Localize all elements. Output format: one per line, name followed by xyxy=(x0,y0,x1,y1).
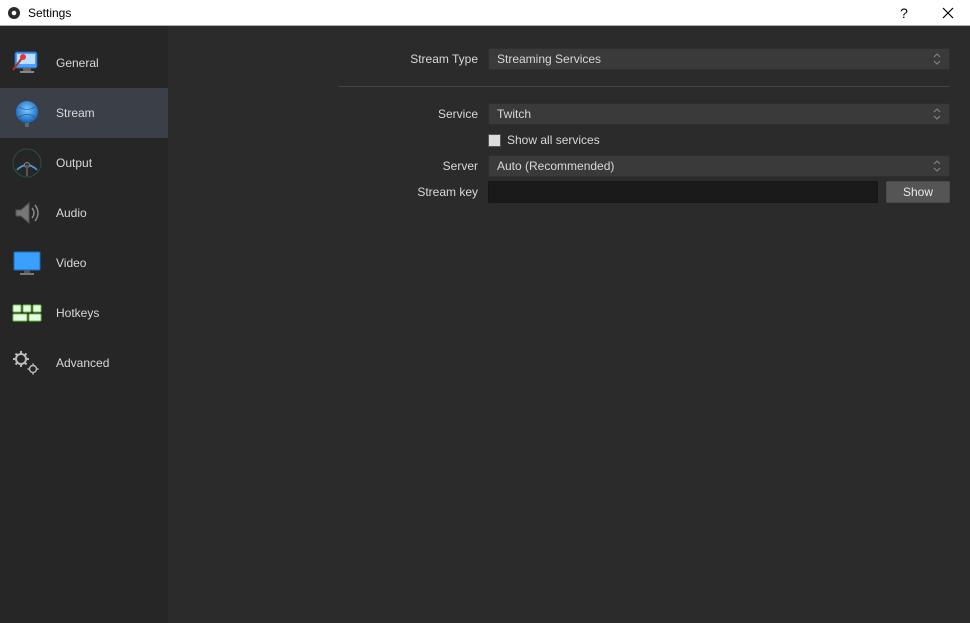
row-show-all: Show all services xyxy=(168,127,960,153)
help-icon: ? xyxy=(900,5,908,21)
window-title: Settings xyxy=(28,6,71,20)
chevron-updown-icon xyxy=(929,49,945,69)
sidebar-item-label: Stream xyxy=(56,106,95,120)
chevron-updown-icon xyxy=(929,104,945,124)
label-stream-type: Stream Type xyxy=(168,52,488,66)
stream-icon xyxy=(8,94,46,132)
sidebar-item-label: Advanced xyxy=(56,356,109,370)
titlebar: Settings ? xyxy=(0,0,970,26)
show-button[interactable]: Show xyxy=(886,181,950,203)
row-stream-key: Stream key Show xyxy=(168,179,960,205)
divider xyxy=(338,86,950,87)
sidebar-item-label: Hotkeys xyxy=(56,306,99,320)
show-button-label: Show xyxy=(903,185,933,199)
sidebar-item-label: Video xyxy=(56,256,86,270)
content-panel: Stream Type Streaming Services Service T… xyxy=(168,26,970,623)
sidebar-item-video[interactable]: Video xyxy=(0,238,168,288)
sidebar-item-general[interactable]: General xyxy=(0,38,168,88)
select-stream-type[interactable]: Streaming Services xyxy=(488,48,950,70)
row-stream-type: Stream Type Streaming Services xyxy=(168,46,960,72)
sidebar-item-hotkeys[interactable]: Hotkeys xyxy=(0,288,168,338)
sidebar-item-label: Output xyxy=(56,156,92,170)
help-button[interactable]: ? xyxy=(882,0,926,26)
close-button[interactable] xyxy=(926,0,970,26)
select-server-value: Auto (Recommended) xyxy=(497,159,614,173)
sidebar-item-label: Audio xyxy=(56,206,87,220)
advanced-icon xyxy=(8,344,46,382)
row-service: Service Twitch xyxy=(168,101,960,127)
input-stream-key[interactable] xyxy=(488,181,878,203)
close-icon xyxy=(942,7,954,19)
select-service[interactable]: Twitch xyxy=(488,103,950,125)
select-service-value: Twitch xyxy=(497,107,531,121)
label-show-all: Show all services xyxy=(507,133,600,147)
sidebar-item-label: General xyxy=(56,56,99,70)
workspace: General Stream xyxy=(0,26,970,623)
select-server[interactable]: Auto (Recommended) xyxy=(488,155,950,177)
select-stream-type-value: Streaming Services xyxy=(497,52,601,66)
label-service: Service xyxy=(168,107,488,121)
output-icon xyxy=(8,144,46,182)
sidebar: General Stream xyxy=(0,26,168,623)
row-server: Server Auto (Recommended) xyxy=(168,153,960,179)
sidebar-item-stream[interactable]: Stream xyxy=(0,88,168,138)
checkbox-show-all[interactable] xyxy=(488,134,501,147)
sidebar-item-advanced[interactable]: Advanced xyxy=(0,338,168,388)
chevron-updown-icon xyxy=(929,156,945,176)
label-server: Server xyxy=(168,159,488,173)
video-icon xyxy=(8,244,46,282)
label-stream-key: Stream key xyxy=(168,185,488,199)
sidebar-item-audio[interactable]: Audio xyxy=(0,188,168,238)
audio-icon xyxy=(8,194,46,232)
hotkeys-icon xyxy=(8,294,46,332)
sidebar-item-output[interactable]: Output xyxy=(0,138,168,188)
general-icon xyxy=(8,44,46,82)
app-icon xyxy=(6,5,22,21)
